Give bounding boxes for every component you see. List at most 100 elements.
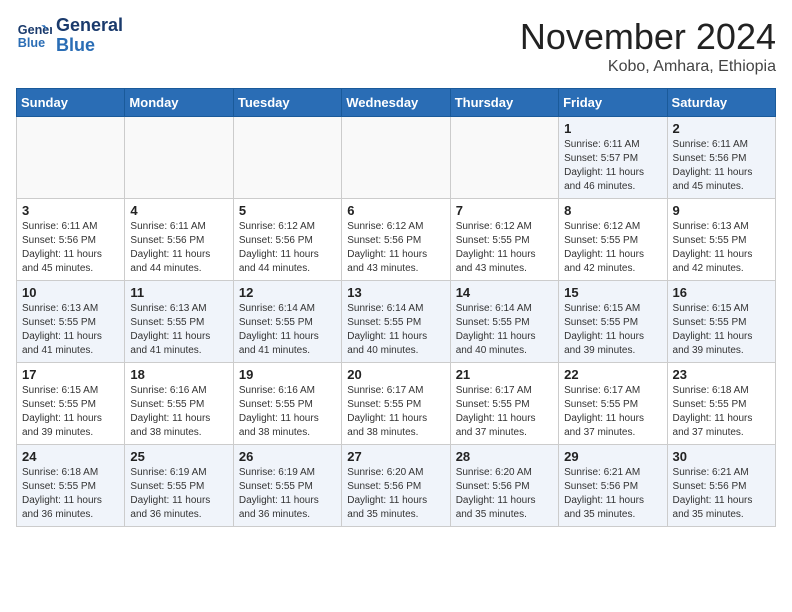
calendar-cell: 14 Sunrise: 6:14 AM Sunset: 5:55 PM Dayli… xyxy=(450,281,558,363)
calendar-cell: 30Sunrise: 6:21 AM Sunset: 5:56 PM Dayli… xyxy=(667,445,775,527)
calendar-cell: 20 Sunrise: 6:17 AM Sunset: 5:55 PM Dayli… xyxy=(342,363,450,445)
day-number: 23 xyxy=(673,367,770,382)
logo-icon: General Blue xyxy=(16,18,52,54)
calendar-cell: 23Sunrise: 6:18 AM Sunset: 5:55 PM Dayli… xyxy=(667,363,775,445)
calendar-table: SundayMondayTuesdayWednesdayThursdayFrid… xyxy=(16,88,776,527)
calendar-cell: 22 Sunrise: 6:17 AM Sunset: 5:55 PM Dayli… xyxy=(559,363,667,445)
day-detail: Sunrise: 6:11 AM Sunset: 5:57 PM Dayligh… xyxy=(564,138,661,194)
day-number: 9 xyxy=(673,203,770,218)
day-number: 4 xyxy=(130,203,227,218)
page-header: General Blue General Blue November 2024 … xyxy=(16,16,776,76)
calendar-cell xyxy=(342,117,450,199)
week-row-4: 24Sunrise: 6:18 AM Sunset: 5:55 PM Dayli… xyxy=(17,445,776,527)
calendar-cell: 19Sunrise: 6:16 AM Sunset: 5:55 PM Dayli… xyxy=(233,363,341,445)
day-detail: Sunrise: 6:17 AM Sunset: 5:55 PM Dayligh… xyxy=(347,384,444,440)
calendar-cell: 5 Sunrise: 6:12 AM Sunset: 5:56 PM Daylig… xyxy=(233,199,341,281)
calendar-cell: 16 Sunrise: 6:15 AM Sunset: 5:55 PM Dayli… xyxy=(667,281,775,363)
day-detail: Sunrise: 6:15 AM Sunset: 5:55 PM Dayligh… xyxy=(564,302,661,358)
day-number: 30 xyxy=(673,449,770,464)
logo-line1: General xyxy=(56,16,123,36)
day-number: 25 xyxy=(130,449,227,464)
weekday-header-wednesday: Wednesday xyxy=(342,89,450,117)
day-detail: Sunrise: 6:20 AM Sunset: 5:56 PM Dayligh… xyxy=(456,466,553,522)
day-detail: Sunrise: 6:16 AM Sunset: 5:55 PM Dayligh… xyxy=(130,384,227,440)
day-number: 27 xyxy=(347,449,444,464)
day-detail: Sunrise: 6:20 AM Sunset: 5:56 PM Dayligh… xyxy=(347,466,444,522)
calendar-cell: 1 Sunrise: 6:11 AM Sunset: 5:57 PM Daylig… xyxy=(559,117,667,199)
day-detail: Sunrise: 6:13 AM Sunset: 5:55 PM Dayligh… xyxy=(22,302,119,358)
day-number: 8 xyxy=(564,203,661,218)
day-detail: Sunrise: 6:11 AM Sunset: 5:56 PM Dayligh… xyxy=(22,220,119,276)
day-number: 15 xyxy=(564,285,661,300)
calendar-cell: 15 Sunrise: 6:15 AM Sunset: 5:55 PM Dayli… xyxy=(559,281,667,363)
day-number: 26 xyxy=(239,449,336,464)
day-detail: Sunrise: 6:15 AM Sunset: 5:55 PM Dayligh… xyxy=(673,302,770,358)
weekday-header-friday: Friday xyxy=(559,89,667,117)
week-row-1: 3 Sunrise: 6:11 AM Sunset: 5:56 PM Daylig… xyxy=(17,199,776,281)
day-detail: Sunrise: 6:14 AM Sunset: 5:55 PM Dayligh… xyxy=(239,302,336,358)
calendar-cell: 28 Sunrise: 6:20 AM Sunset: 5:56 PM Dayli… xyxy=(450,445,558,527)
calendar-cell: 9Sunrise: 6:13 AM Sunset: 5:55 PM Daylig… xyxy=(667,199,775,281)
weekday-header-saturday: Saturday xyxy=(667,89,775,117)
day-detail: Sunrise: 6:19 AM Sunset: 5:55 PM Dayligh… xyxy=(130,466,227,522)
day-detail: Sunrise: 6:15 AM Sunset: 5:55 PM Dayligh… xyxy=(22,384,119,440)
day-number: 16 xyxy=(673,285,770,300)
calendar-cell: 18 Sunrise: 6:16 AM Sunset: 5:55 PM Dayli… xyxy=(125,363,233,445)
day-detail: Sunrise: 6:14 AM Sunset: 5:55 PM Dayligh… xyxy=(347,302,444,358)
calendar-cell xyxy=(17,117,125,199)
title-block: November 2024 Kobo, Amhara, Ethiopia xyxy=(520,16,776,76)
location: Kobo, Amhara, Ethiopia xyxy=(520,58,776,76)
day-number: 20 xyxy=(347,367,444,382)
day-number: 17 xyxy=(22,367,119,382)
day-number: 21 xyxy=(456,367,553,382)
week-row-2: 10 Sunrise: 6:13 AM Sunset: 5:55 PM Dayli… xyxy=(17,281,776,363)
day-number: 18 xyxy=(130,367,227,382)
day-number: 2 xyxy=(673,121,770,136)
calendar-cell: 27 Sunrise: 6:20 AM Sunset: 5:56 PM Dayli… xyxy=(342,445,450,527)
day-number: 3 xyxy=(22,203,119,218)
day-detail: Sunrise: 6:12 AM Sunset: 5:56 PM Dayligh… xyxy=(239,220,336,276)
day-detail: Sunrise: 6:11 AM Sunset: 5:56 PM Dayligh… xyxy=(673,138,770,194)
week-row-3: 17 Sunrise: 6:15 AM Sunset: 5:55 PM Dayli… xyxy=(17,363,776,445)
logo-line2: Blue xyxy=(56,36,123,56)
day-number: 6 xyxy=(347,203,444,218)
month-title: November 2024 xyxy=(520,16,776,58)
calendar-cell: 21 Sunrise: 6:17 AM Sunset: 5:55 PM Dayli… xyxy=(450,363,558,445)
day-number: 28 xyxy=(456,449,553,464)
day-number: 24 xyxy=(22,449,119,464)
calendar-cell: 3 Sunrise: 6:11 AM Sunset: 5:56 PM Daylig… xyxy=(17,199,125,281)
calendar-cell: 12 Sunrise: 6:14 AM Sunset: 5:55 PM Dayli… xyxy=(233,281,341,363)
calendar-cell: 11Sunrise: 6:13 AM Sunset: 5:55 PM Dayli… xyxy=(125,281,233,363)
day-detail: Sunrise: 6:19 AM Sunset: 5:55 PM Dayligh… xyxy=(239,466,336,522)
day-number: 5 xyxy=(239,203,336,218)
day-detail: Sunrise: 6:21 AM Sunset: 5:56 PM Dayligh… xyxy=(564,466,661,522)
weekday-header-row: SundayMondayTuesdayWednesdayThursdayFrid… xyxy=(17,89,776,117)
calendar-cell: 6Sunrise: 6:12 AM Sunset: 5:56 PM Daylig… xyxy=(342,199,450,281)
weekday-header-monday: Monday xyxy=(125,89,233,117)
day-number: 19 xyxy=(239,367,336,382)
day-number: 13 xyxy=(347,285,444,300)
logo-text: General Blue xyxy=(56,16,123,56)
day-detail: Sunrise: 6:17 AM Sunset: 5:55 PM Dayligh… xyxy=(456,384,553,440)
calendar-cell: 24Sunrise: 6:18 AM Sunset: 5:55 PM Dayli… xyxy=(17,445,125,527)
day-detail: Sunrise: 6:12 AM Sunset: 5:55 PM Dayligh… xyxy=(564,220,661,276)
day-number: 22 xyxy=(564,367,661,382)
day-detail: Sunrise: 6:11 AM Sunset: 5:56 PM Dayligh… xyxy=(130,220,227,276)
day-number: 10 xyxy=(22,285,119,300)
calendar-cell: 29 Sunrise: 6:21 AM Sunset: 5:56 PM Dayli… xyxy=(559,445,667,527)
day-number: 1 xyxy=(564,121,661,136)
day-detail: Sunrise: 6:14 AM Sunset: 5:55 PM Dayligh… xyxy=(456,302,553,358)
calendar-cell: 13 Sunrise: 6:14 AM Sunset: 5:55 PM Dayli… xyxy=(342,281,450,363)
day-number: 12 xyxy=(239,285,336,300)
day-number: 29 xyxy=(564,449,661,464)
calendar-cell: 7Sunrise: 6:12 AM Sunset: 5:55 PM Daylig… xyxy=(450,199,558,281)
week-row-0: 1 Sunrise: 6:11 AM Sunset: 5:57 PM Daylig… xyxy=(17,117,776,199)
day-number: 7 xyxy=(456,203,553,218)
day-number: 14 xyxy=(456,285,553,300)
day-number: 11 xyxy=(130,285,227,300)
calendar-cell: 8 Sunrise: 6:12 AM Sunset: 5:55 PM Daylig… xyxy=(559,199,667,281)
calendar-cell xyxy=(125,117,233,199)
weekday-header-tuesday: Tuesday xyxy=(233,89,341,117)
day-detail: Sunrise: 6:17 AM Sunset: 5:55 PM Dayligh… xyxy=(564,384,661,440)
weekday-header-thursday: Thursday xyxy=(450,89,558,117)
